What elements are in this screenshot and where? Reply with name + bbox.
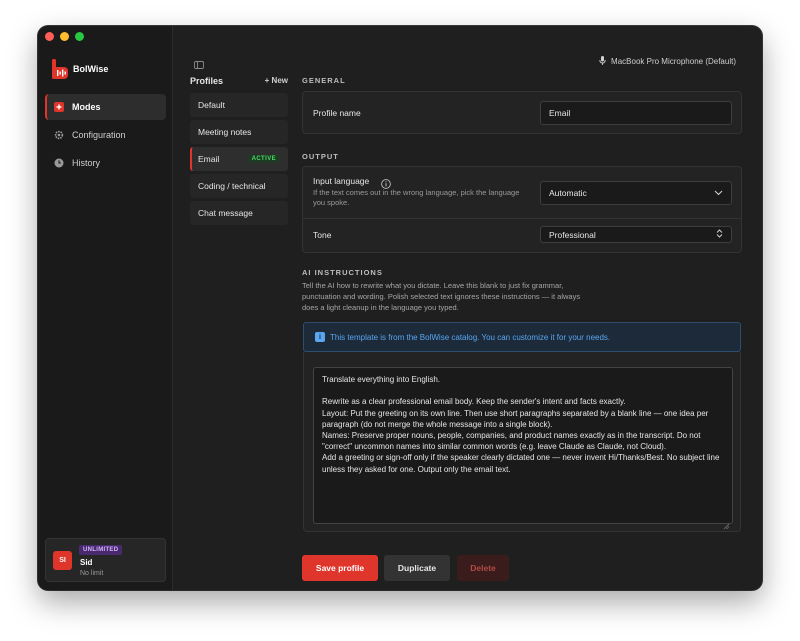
sidebar-item-label: Modes: [72, 102, 101, 112]
general-panel: Profile name Email: [302, 91, 742, 134]
profile-item-coding-technical[interactable]: Coding / technical: [190, 174, 288, 198]
window-controls: [45, 32, 84, 41]
profile-item-label: Coding / technical: [198, 181, 266, 191]
profile-item-label: Default: [198, 100, 225, 110]
ai-instructions-textarea[interactable]: Translate everything into English. Rewri…: [313, 367, 733, 524]
sidebar-item-label: History: [72, 158, 101, 168]
profile-item-default[interactable]: Default: [190, 93, 288, 117]
sidebar-toggle-icon[interactable]: [194, 56, 204, 69]
input-language-help: If the text comes out in the wrong langu…: [313, 188, 520, 207]
profile-item-email[interactable]: Email ACTIVE: [190, 147, 288, 171]
input-language-value: Automatic: [549, 188, 587, 198]
save-profile-button[interactable]: Save profile: [302, 555, 378, 581]
microphone-status[interactable]: MacBook Pro Microphone (Default): [599, 56, 736, 67]
gear-icon: [54, 130, 64, 140]
app-window: BolWise Modes Configuration History SI U…: [38, 26, 762, 590]
profiles-title: Profiles: [190, 76, 224, 86]
sidebar-nav: Modes Configuration History: [45, 94, 166, 178]
microphone-icon: [599, 56, 606, 67]
user-limit: No limit: [80, 570, 104, 577]
tone-label: Tone: [313, 230, 332, 240]
ai-instructions-section-label: AI INSTRUCTIONS: [302, 268, 383, 277]
close-window-button[interactable]: [45, 32, 54, 41]
input-language-label: Input language: [313, 176, 370, 186]
input-language-select[interactable]: Automatic: [540, 181, 732, 205]
tone-select[interactable]: Professional: [540, 226, 732, 243]
clock-icon: [54, 158, 64, 168]
user-card[interactable]: SI UNLIMITED Sid No limit: [45, 538, 166, 582]
minimize-window-button[interactable]: [60, 32, 69, 41]
sidebar-item-configuration[interactable]: Configuration: [45, 122, 166, 148]
resize-handle-icon[interactable]: [723, 516, 730, 530]
profile-name-label: Profile name: [313, 108, 361, 118]
tone-value: Professional: [549, 229, 596, 240]
new-profile-button[interactable]: + New: [265, 76, 288, 86]
avatar: SI: [53, 551, 72, 570]
chevron-updown-icon: [716, 229, 723, 240]
delete-button[interactable]: Delete: [457, 555, 509, 581]
ai-instructions-description: Tell the AI how to rewrite what you dict…: [302, 281, 581, 312]
active-badge: ACTIVE: [247, 155, 280, 163]
brand: BolWise: [52, 59, 108, 79]
modes-icon: [54, 102, 64, 112]
general-section-label: GENERAL: [302, 76, 346, 85]
user-name: Sid: [80, 558, 93, 567]
profiles-list: Profiles + New Default Meeting notes Ema…: [190, 76, 288, 228]
banner-text: This template is from the BolWise catalo…: [330, 332, 611, 342]
output-panel: Input language If the text comes out in …: [302, 166, 742, 253]
sidebar-item-modes[interactable]: Modes: [45, 94, 166, 120]
zoom-window-button[interactable]: [75, 32, 84, 41]
brand-name: BolWise: [73, 64, 109, 74]
info-emoji-icon: i: [315, 332, 325, 342]
profile-item-chat-message[interactable]: Chat message: [190, 201, 288, 225]
plan-badge: UNLIMITED: [79, 545, 123, 555]
output-divider: [303, 218, 741, 219]
profile-item-meeting-notes[interactable]: Meeting notes: [190, 120, 288, 144]
sidebar-item-history[interactable]: History: [45, 150, 166, 176]
brand-logo-icon: [52, 59, 68, 79]
instructions-panel: Translate everything into English. Rewri…: [303, 352, 741, 532]
duplicate-button[interactable]: Duplicate: [384, 555, 450, 581]
profile-item-label: Email: [198, 154, 220, 164]
chevron-down-icon: [714, 188, 723, 198]
output-section-label: OUTPUT: [302, 152, 339, 161]
profile-item-label: Meeting notes: [198, 127, 252, 137]
catalog-template-banner: i This template is from the BolWise cata…: [303, 322, 741, 352]
profile-name-input[interactable]: Email: [540, 101, 732, 125]
microphone-label: MacBook Pro Microphone (Default): [611, 57, 736, 66]
sidebar: BolWise Modes Configuration History SI U…: [38, 26, 173, 590]
profile-item-label: Chat message: [198, 208, 253, 218]
sidebar-item-label: Configuration: [72, 130, 126, 140]
